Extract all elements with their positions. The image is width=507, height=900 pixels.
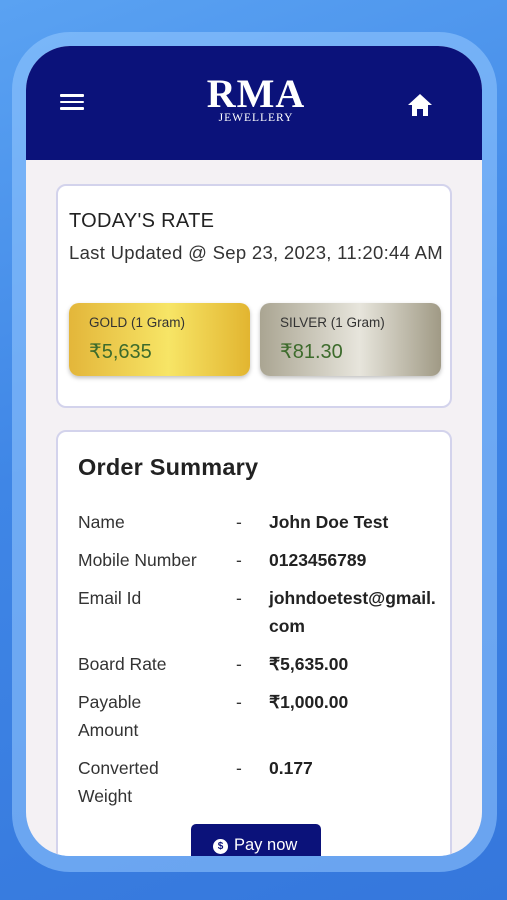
logo-sub-text: JEWELLERY: [218, 112, 294, 124]
row-value: 0123456789: [269, 550, 367, 570]
silver-rate-box[interactable]: SILVER (1 Gram) ₹81.30: [260, 303, 441, 376]
silver-price: ₹81.30: [280, 341, 343, 363]
row-label: Email Id: [78, 588, 142, 608]
order-summary-card: Order Summary Name - John Doe Test Mobil…: [56, 430, 452, 856]
row-value: John Doe Test: [269, 512, 389, 532]
rate-title: TODAY'S RATE: [69, 210, 215, 232]
row-label: Converted Weight: [78, 758, 159, 806]
row-value: ₹1,000.00: [269, 692, 349, 712]
pay-now-label: Pay now: [234, 836, 298, 854]
row-separator: -: [236, 550, 242, 570]
row-label: Mobile Number: [78, 550, 197, 570]
row-value: ₹5,635.00: [269, 654, 349, 674]
silver-label: SILVER (1 Gram): [280, 315, 385, 330]
row-separator: -: [236, 654, 242, 674]
brand-logo: RMA JEWELLERY: [176, 71, 336, 125]
dollar-coin-icon: $: [213, 839, 228, 854]
gold-price: ₹5,635: [89, 341, 152, 363]
gold-rate-box[interactable]: GOLD (1 Gram) ₹5,635: [69, 303, 250, 376]
row-value: 0.177: [269, 758, 313, 778]
pay-now-button[interactable]: $ Pay now: [191, 824, 321, 856]
row-label: Name: [78, 512, 125, 532]
row-separator: -: [236, 512, 242, 532]
row-separator: -: [236, 692, 242, 712]
row-label: Payable Amount: [78, 692, 142, 740]
gold-label: GOLD (1 Gram): [89, 315, 186, 330]
last-updated-text: Last Updated @ Sep 23, 2023, 11:20:44 AM: [69, 242, 443, 263]
row-value: johndoetest@gmail.com: [269, 588, 436, 636]
row-label: Board Rate: [78, 654, 167, 674]
app-screen: RMA JEWELLERY TODAY'S RATE Last Updated …: [26, 46, 482, 856]
order-summary-title: Order Summary: [78, 454, 259, 480]
row-separator: -: [236, 588, 242, 608]
todays-rate-card: TODAY'S RATE Last Updated @ Sep 23, 2023…: [56, 184, 452, 408]
logo-main-text: RMA: [206, 71, 306, 116]
hamburger-menu-icon[interactable]: [48, 90, 94, 118]
app-header: RMA JEWELLERY: [26, 46, 482, 160]
row-separator: -: [236, 758, 242, 778]
home-icon[interactable]: [404, 90, 436, 120]
